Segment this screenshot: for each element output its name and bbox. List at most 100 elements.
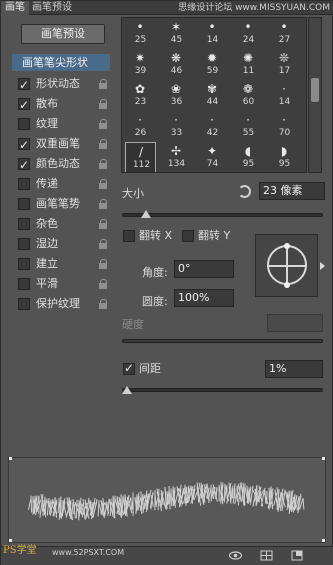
roundness-label: 圆度: xyxy=(142,295,168,308)
spacing-label: 间距 xyxy=(139,362,161,375)
brush-option-item[interactable]: 散布 xyxy=(12,94,110,115)
lock-icon[interactable] xyxy=(99,119,108,129)
lock-icon[interactable] xyxy=(99,159,108,169)
brush-tip-cell[interactable]: • 25 xyxy=(125,18,156,49)
option-checkbox[interactable] xyxy=(18,218,30,230)
brush-grid-scrollbar[interactable] xyxy=(308,17,322,173)
brush-tip-cell[interactable]: ✷ 39 xyxy=(125,49,156,80)
spacing-slider-track[interactable] xyxy=(122,388,323,392)
size-field[interactable]: 23 像素 xyxy=(259,182,325,200)
preview-corner xyxy=(322,539,325,542)
brush-tip-cell[interactable]: ✾ 44 xyxy=(197,80,228,111)
flip-y-checkbox[interactable] xyxy=(182,230,194,242)
brush-option-item[interactable]: 平滑 xyxy=(12,274,110,294)
lock-icon[interactable] xyxy=(99,299,108,309)
brush-presets-button[interactable]: 画笔预设 xyxy=(21,24,105,44)
brush-tip-cell[interactable]: ✶ 45 xyxy=(161,18,192,49)
lock-icon[interactable] xyxy=(99,79,108,89)
angle-roundness-widget[interactable] xyxy=(255,234,325,297)
brush-tip-cell[interactable]: • 24 xyxy=(233,18,264,49)
brush-tip-cell[interactable]: • 14 xyxy=(197,18,228,49)
brush-tip-cell[interactable]: ❋ 46 xyxy=(161,49,192,80)
brush-tip-cell[interactable]: ❊ 17 xyxy=(269,49,300,80)
brush-option-item[interactable]: 画笔笔势 xyxy=(12,194,110,214)
option-checkbox[interactable] xyxy=(18,238,30,250)
bottom-toolbar xyxy=(1,546,333,565)
option-checkbox[interactable] xyxy=(18,75,30,95)
option-checkbox[interactable] xyxy=(18,198,30,210)
new-brush-icon[interactable] xyxy=(291,550,304,561)
brush-option-item[interactable]: 保护纹理 xyxy=(12,294,110,314)
brush-option-item[interactable]: 杂色 xyxy=(12,214,110,234)
brush-tip-cell[interactable]: · 33 xyxy=(161,111,192,142)
lock-icon[interactable] xyxy=(99,179,108,189)
option-checkbox[interactable] xyxy=(18,135,30,155)
brush-option-item[interactable]: 建立 xyxy=(12,254,110,274)
brush-option-item[interactable]: 湿边 xyxy=(12,234,110,254)
spacing-field[interactable]: 1% xyxy=(265,360,323,378)
roundness-handle-top[interactable] xyxy=(284,243,290,249)
brush-tip-icon: ✷ xyxy=(134,51,146,65)
brush-option-item[interactable]: 形状动态 xyxy=(12,74,110,95)
brush-tip-cell[interactable]: /112 xyxy=(125,142,156,172)
brush-option-item[interactable]: 纹理 xyxy=(12,114,110,134)
option-checkbox[interactable] xyxy=(18,118,30,130)
brush-tip-icon: · xyxy=(138,113,142,127)
option-label: 杂色 xyxy=(36,217,58,230)
stroke-bristle xyxy=(302,498,305,510)
brush-tip-cell[interactable]: · 14 xyxy=(269,80,300,111)
brush-tip-cell[interactable]: ✺ 11 xyxy=(233,49,264,80)
lock-icon[interactable] xyxy=(99,259,108,269)
option-checkbox[interactable] xyxy=(18,298,30,310)
tab-brush[interactable]: 画笔 xyxy=(1,1,29,15)
spacing-slider-thumb[interactable] xyxy=(122,386,132,394)
lock-icon[interactable] xyxy=(99,139,108,149)
brush-option-item[interactable]: 双重画笔 xyxy=(12,134,110,155)
brush-tip-cell[interactable]: ✿ 23 xyxy=(125,80,156,111)
option-label: 颜色动态 xyxy=(36,157,80,170)
lock-icon[interactable] xyxy=(99,279,108,289)
lock-icon[interactable] xyxy=(99,239,108,249)
stroke-bristle xyxy=(75,499,78,519)
roundness-handle-bottom[interactable] xyxy=(284,282,290,288)
brush-option-item[interactable]: 颜色动态 xyxy=(12,154,110,175)
option-checkbox[interactable] xyxy=(18,95,30,115)
roundness-field[interactable]: 100% xyxy=(174,289,234,307)
brush-tip-grid[interactable]: • 25 ✶ 45 • 14 • 24 • 27 ✷ 39 ❋ 46 ✹ 59 ✺ 11 ❊ 17 ✿ 23 ❀ 36 ✾ 44 ❁… xyxy=(121,17,307,173)
option-checkbox[interactable] xyxy=(18,178,30,190)
brush-tip-cell[interactable]: · 55 xyxy=(233,111,264,142)
eye-toggle-icon[interactable] xyxy=(229,550,242,561)
scroll-thumb[interactable] xyxy=(311,78,319,102)
size-slider-track[interactable] xyxy=(122,213,323,217)
brush-size-number: 14 xyxy=(278,97,291,107)
option-checkbox[interactable] xyxy=(18,258,30,270)
brush-tip-cell[interactable]: ✢ 134 xyxy=(161,142,192,172)
brush-tip-cell[interactable]: · 42 xyxy=(197,111,228,142)
option-checkbox[interactable] xyxy=(18,155,30,175)
brush-tip-cell[interactable]: ◖ 95 xyxy=(233,142,264,172)
size-slider-thumb[interactable] xyxy=(141,210,152,218)
grid-toggle-icon[interactable] xyxy=(260,550,273,561)
brush-tip-shape-item[interactable]: 画笔笔尖形状 xyxy=(12,54,110,71)
lock-icon[interactable] xyxy=(99,99,108,109)
brush-tip-cell[interactable]: · 70 xyxy=(269,111,300,142)
brush-tip-cell[interactable]: ◗ 95 xyxy=(269,142,300,172)
brush-tip-cell[interactable]: ✹ 59 xyxy=(197,49,228,80)
brush-tip-cell[interactable]: ✦ 74 xyxy=(197,142,228,172)
lock-icon[interactable] xyxy=(99,199,108,209)
brush-stroke-preview xyxy=(8,457,326,543)
flip-x-checkbox[interactable] xyxy=(123,230,135,242)
brush-tip-cell[interactable]: ❀ 36 xyxy=(161,80,192,111)
angle-arrow-icon[interactable] xyxy=(320,262,325,270)
brush-tip-cell[interactable]: · 26 xyxy=(125,111,156,142)
tab-brush-presets[interactable]: 画笔预设 xyxy=(28,1,76,15)
option-checkbox[interactable] xyxy=(18,278,30,290)
lock-icon[interactable] xyxy=(99,219,108,229)
angle-field[interactable]: 0° xyxy=(174,260,234,278)
reset-size-icon[interactable] xyxy=(238,185,251,198)
brush-tip-cell[interactable]: • 27 xyxy=(269,18,300,49)
spacing-checkbox[interactable] xyxy=(123,360,135,376)
brush-tip-cell[interactable]: ❁ 60 xyxy=(233,80,264,111)
brush-option-item[interactable]: 传递 xyxy=(12,174,110,194)
brush-size-number: 36 xyxy=(170,97,183,107)
